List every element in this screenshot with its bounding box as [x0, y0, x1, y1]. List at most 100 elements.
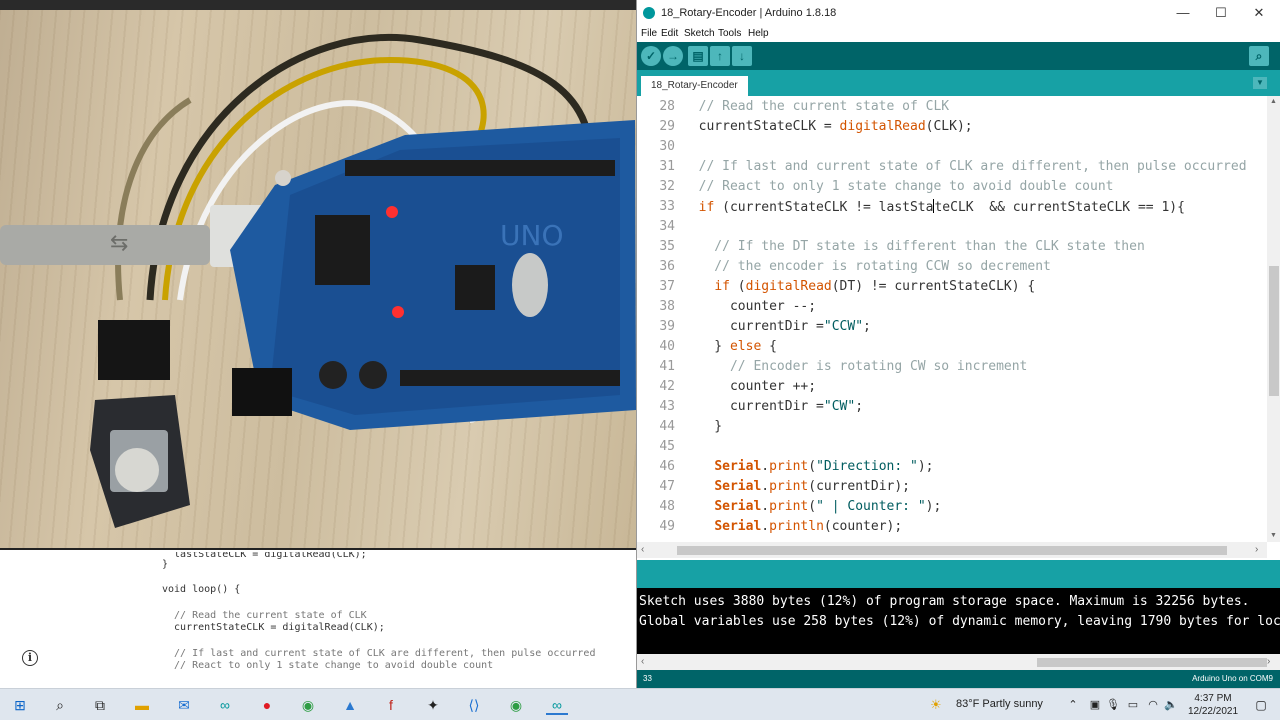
fritzing-icon[interactable]: f [380, 695, 402, 715]
mail-icon[interactable]: ✉ [173, 695, 195, 715]
code-line[interactable]: 33 if (currentStateCLK != lastStateCLK &… [637, 199, 1267, 219]
doc-line: // Read the current state of CLK [162, 610, 367, 621]
code-line[interactable]: 31 // If last and current state of CLK a… [637, 159, 1267, 179]
minimize-button[interactable]: — [1165, 4, 1201, 22]
line-number: 40 [659, 339, 675, 354]
arduino-active-icon[interactable]: ∞ [546, 695, 568, 715]
code-token: "Direction: " [816, 459, 918, 474]
code-line[interactable]: 41 // Encoder is rotating CW so incremen… [637, 359, 1267, 379]
task-view-icon[interactable]: ⧉ [89, 695, 111, 715]
code-token: // Encoder is rotating CW so increment [683, 359, 1028, 374]
open-sketch-button[interactable]: ↑ [710, 46, 730, 66]
code-text: currentDir ="CW"; [683, 399, 863, 414]
tab-menu-button[interactable]: ▼ [1253, 77, 1267, 89]
new-sketch-button[interactable]: ▤ [688, 46, 708, 66]
line-number: 35 [659, 239, 675, 254]
info-icon[interactable]: i [22, 650, 38, 666]
code-line[interactable]: 29 currentStateCLK = digitalRead(CLK); [637, 119, 1267, 139]
code-line[interactable]: 37 if (digitalRead(DT) != currentStateCL… [637, 279, 1267, 299]
menu-sketch[interactable]: Sketch [684, 28, 715, 39]
notifications-icon[interactable]: ▢ [1250, 695, 1272, 715]
save-sketch-button[interactable]: ↓ [732, 46, 752, 66]
editor-horizontal-scrollbar[interactable]: ‹ › [637, 542, 1267, 558]
code-line[interactable]: 38 counter --; [637, 299, 1267, 319]
arduino-icon[interactable]: ∞ [214, 695, 236, 715]
scroll-left-arrow-icon[interactable]: ‹ [641, 544, 644, 555]
microphone-icon[interactable]: 🎙 [1102, 695, 1124, 715]
scroll-thumb[interactable] [1269, 266, 1279, 396]
code-line[interactable]: 34 [637, 219, 1267, 239]
search-icon[interactable]: ⌕ [49, 695, 71, 715]
output-console: Sketch uses 3880 bytes (12%) of program … [637, 588, 1280, 654]
chrome-profile-icon[interactable]: ◉ [505, 695, 527, 715]
code-line[interactable]: 39 currentDir ="CCW"; [637, 319, 1267, 339]
code-line[interactable]: 42 counter ++; [637, 379, 1267, 399]
line-number: 49 [659, 519, 675, 534]
upload-button[interactable]: → [663, 46, 683, 66]
doc-line: // React to only 1 state change to avoid… [162, 660, 494, 671]
vscode-icon[interactable]: ⟨⟩ [463, 695, 485, 715]
code-line[interactable]: 30 [637, 139, 1267, 159]
code-line[interactable]: 44 } [637, 419, 1267, 439]
maximize-button[interactable]: ☐ [1203, 4, 1239, 22]
code-line[interactable]: 36 // the encoder is rotating CCW so dec… [637, 259, 1267, 279]
close-button[interactable]: ✕ [1241, 4, 1277, 22]
file-explorer-icon[interactable]: ▬ [131, 695, 153, 715]
code-token: (currentDir); [808, 479, 910, 494]
board-port-label: Arduino Uno on COM9 [1192, 674, 1273, 683]
tab-bar: 18_Rotary-Encoder ▼ [637, 70, 1280, 96]
line-number: 29 [659, 119, 675, 134]
app-icon[interactable]: ✦ [422, 695, 444, 715]
code-line[interactable]: 46 Serial.print("Direction: "); [637, 459, 1267, 479]
code-line[interactable]: 32 // React to only 1 state change to av… [637, 179, 1267, 199]
scroll-right-arrow-icon[interactable]: › [1255, 544, 1258, 555]
chrome-icon[interactable]: ◉ [297, 695, 319, 715]
scroll-thumb[interactable] [1037, 658, 1267, 667]
code-document: lastStateCLK = digitalRead(CLK); } void … [0, 552, 636, 688]
scroll-right-arrow-icon[interactable]: › [1267, 656, 1270, 667]
monitor-icon[interactable]: ▭ [1122, 695, 1144, 715]
code-line[interactable]: 35 // If the DT state is different than … [637, 239, 1267, 259]
clock[interactable]: 4:37 PM 12/22/2021 [1180, 692, 1246, 718]
scroll-thumb[interactable] [677, 546, 1227, 555]
code-token: (CLK); [925, 119, 973, 134]
code-token: ( [808, 459, 817, 474]
scroll-left-arrow-icon[interactable]: ‹ [641, 656, 644, 667]
code-token: // If the DT state is different than the… [683, 239, 1145, 254]
code-line[interactable]: 47 Serial.print(currentDir); [637, 479, 1267, 499]
serial-monitor-button[interactable]: ⌕ [1249, 46, 1269, 66]
editor-vertical-scrollbar[interactable]: ▲ ▼ [1267, 96, 1280, 542]
code-editor[interactable]: 28 // Read the current state of CLK 29 cu… [637, 96, 1267, 542]
code-line[interactable]: 45 [637, 439, 1267, 459]
line-number: 48 [659, 499, 675, 514]
volume-icon[interactable]: 🔈 [1160, 695, 1182, 715]
chevron-up-icon[interactable]: ⌃ [1062, 695, 1084, 715]
footer-bar: 33 Arduino Uno on COM9 [637, 670, 1280, 688]
scroll-down-arrow-icon[interactable]: ▼ [1270, 532, 1277, 539]
menu-help[interactable]: Help [748, 28, 769, 39]
menu-edit[interactable]: Edit [661, 28, 678, 39]
svg-text:⇆: ⇆ [110, 231, 128, 256]
menu-file[interactable]: File [641, 28, 657, 39]
recorder-icon[interactable]: ● [256, 695, 278, 715]
tab-sketch[interactable]: 18_Rotary-Encoder [641, 76, 748, 96]
code-line[interactable]: 40 } else { [637, 339, 1267, 359]
menu-tools[interactable]: Tools [718, 28, 741, 39]
line-number: 47 [659, 479, 675, 494]
webcam-photo: ⇆ UNO [0, 0, 636, 550]
app-icon[interactable]: ▲ [339, 695, 361, 715]
code-line[interactable]: 28 // Read the current state of CLK [637, 99, 1267, 119]
code-line[interactable]: 43 currentDir ="CW"; [637, 399, 1267, 419]
scroll-up-arrow-icon[interactable]: ▲ [1270, 98, 1277, 105]
console-horizontal-scrollbar[interactable]: ‹ › [637, 654, 1280, 670]
code-line[interactable]: 49 Serial.println(counter); [637, 519, 1267, 539]
verify-button[interactable]: ✓ [641, 46, 661, 66]
code-token: Serial [714, 479, 762, 494]
code-line[interactable]: 48 Serial.print(" | Counter: "); [637, 499, 1267, 519]
start-windows-icon[interactable]: ⊞ [9, 695, 31, 715]
code-token: if [714, 279, 730, 294]
line-number: 42 [659, 379, 675, 394]
